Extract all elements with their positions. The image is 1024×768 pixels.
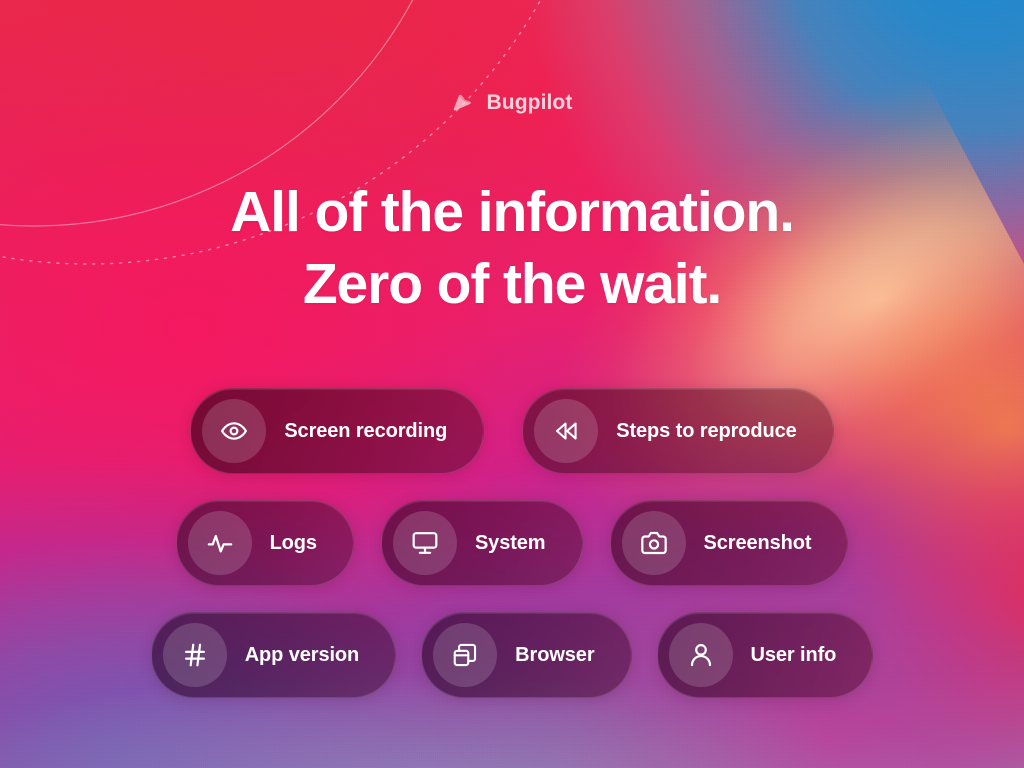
feature-pill-app-version[interactable]: App version [150,612,397,698]
feature-pill-label: User info [750,644,837,666]
headline-line-1: All of the information. [230,180,795,244]
feature-pill-system[interactable]: System [380,500,583,586]
user-icon [668,623,733,687]
feature-pill-screenshot[interactable]: Screenshot [609,500,849,586]
feature-pill-label: App version [244,644,360,666]
eye-icon [202,399,267,463]
windows-stack-icon [433,623,498,687]
feature-pill-screen-recording[interactable]: Screen recording [190,388,485,474]
feature-pill-label: Screen recording [284,420,448,442]
monitor-icon [392,511,457,575]
feature-pill-label: Screenshot [703,532,812,554]
camera-icon [621,511,686,575]
hero-canvas: Bugpilot All of the information. Zero of… [0,0,1024,768]
feature-row-3: App version Browser User info [0,612,1024,698]
brand-name: Bugpilot [486,90,573,114]
feature-pill-browser[interactable]: Browser [421,612,632,698]
hash-icon [162,623,227,687]
feature-pill-label: Browser [515,644,595,666]
brand-logo: Bugpilot [0,89,1024,115]
feature-pill-steps-to-reproduce[interactable]: Steps to reproduce [522,388,834,474]
feature-pill-label: Steps to reproduce [616,420,797,442]
activity-pulse-icon [187,511,252,575]
feature-pill-logs[interactable]: Logs [175,500,354,586]
feature-pill-groups: Screen recording Steps to reproduce Logs… [0,388,1024,698]
headline-line-2: Zero of the wait. [302,251,722,316]
bugpilot-paper-plane-icon [453,94,471,111]
feature-pill-label: System [474,532,546,554]
feature-row-1: Screen recording Steps to reproduce [0,388,1024,474]
page-title: All of the information. Zero of the wait… [0,177,1024,321]
feature-row-2: Logs System Screenshot [0,500,1024,586]
feature-pill-label: Logs [269,532,317,554]
feature-pill-user-info[interactable]: User info [656,612,874,698]
rewind-icon [534,399,599,463]
